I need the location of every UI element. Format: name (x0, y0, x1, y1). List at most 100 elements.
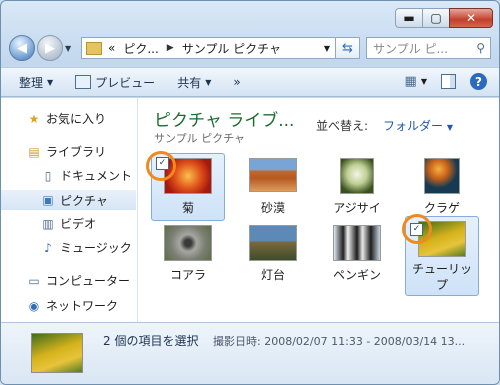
nav-item-music[interactable]: ♪ ミュージック (41, 239, 132, 256)
computer-icon: ▭ (28, 273, 40, 288)
file-item-label: 砂漠 (260, 201, 285, 215)
share-button[interactable]: 共有 ▼ (177, 74, 211, 91)
nav-item-videos[interactable]: ▥ ビデオ (41, 215, 96, 232)
main-area: ★ お気に入り ▤ ライブラリ ▯ ドキュメント ▣ ピクチャ ▥ ビデオ ♪ ミュージック… (1, 98, 499, 322)
file-item-desert[interactable]: 砂漠 (236, 153, 310, 221)
pictures-icon: ▣ (42, 193, 54, 207)
nav-item-network[interactable]: ◉ ネットワーク (27, 297, 118, 314)
music-icon: ♪ (44, 240, 52, 255)
nav-item-favorites[interactable]: ★ お気に入り (27, 110, 106, 127)
nav-item-label: ライブラリ (46, 145, 107, 159)
arrange-by-dropdown[interactable]: フォルダー ▼ (383, 117, 453, 134)
nav-item-label: ミュージック (60, 241, 132, 255)
document-icon: ▯ (44, 168, 52, 183)
forward-button[interactable]: ▶ (37, 35, 63, 61)
file-item-hydrangea[interactable]: アジサイ (320, 153, 394, 221)
back-button[interactable]: ◀ (9, 35, 35, 61)
file-item-label: コアラ (169, 268, 206, 282)
search-placeholder: サンプル ピ... (373, 41, 448, 56)
organize-label: 整理 (19, 75, 44, 90)
library-icon: ▤ (28, 144, 40, 159)
nav-item-label: ネットワーク (46, 299, 119, 313)
date-taken: 撮影日時: 2008/02/07 11:33 - 2008/03/14 13..… (213, 333, 465, 349)
explorer-window: ▬ ▢ ✕ ◀ ▶ ▼ « ピク... ▶ サンプル ピクチャ ▼ ⇆ サンプル… (0, 0, 500, 385)
file-item-lighthouse[interactable]: 灯台 (236, 220, 310, 288)
address-dropdown-icon[interactable]: ▼ (324, 44, 330, 53)
help-button[interactable]: ? (470, 73, 487, 90)
refresh-button[interactable]: ⇆ (336, 37, 360, 59)
maximize-button[interactable]: ▢ (422, 8, 450, 28)
highlight-ring (402, 214, 432, 244)
hydrangea-thumbnail (340, 158, 374, 194)
search-icon: ⚲ (476, 41, 485, 55)
selection-count: 2 個の項目を選択 (103, 334, 199, 348)
file-item-jellyfish[interactable]: クラゲ (405, 153, 479, 221)
navigation-pane: ★ お気に入り ▤ ライブラリ ▯ ドキュメント ▣ ピクチャ ▥ ビデオ ♪ ミュージック… (1, 98, 138, 322)
highlight-ring (146, 151, 176, 181)
preview-pane-icon (441, 74, 456, 89)
minimize-icon: ▬ (403, 11, 415, 25)
nav-item-documents[interactable]: ▯ ドキュメント (41, 167, 132, 184)
close-icon: ✕ (465, 11, 477, 25)
close-button[interactable]: ✕ (449, 8, 493, 28)
minimize-button[interactable]: ▬ (395, 8, 423, 28)
forward-arrow-icon: ▶ (45, 40, 55, 56)
file-item-koala[interactable]: コアラ (151, 220, 225, 288)
selection-thumbnail (31, 333, 83, 373)
star-icon: ★ (28, 111, 40, 126)
refresh-icon: ⇆ (342, 40, 353, 56)
video-icon: ▥ (42, 216, 54, 231)
nav-item-label: お気に入り (46, 112, 107, 126)
share-label: 共有 (177, 75, 202, 90)
date-taken-label: 撮影日時: (213, 335, 261, 348)
chevron-down-icon: ▼ (65, 43, 72, 53)
chevron-down-icon: ▼ (446, 123, 453, 132)
breadcrumb-separator-icon[interactable]: ▶ (167, 43, 174, 53)
file-item-label: チューリップ (412, 262, 473, 292)
breadcrumb-sample-pictures[interactable]: サンプル ピクチャ (182, 40, 281, 57)
nav-item-libraries[interactable]: ▤ ライブラリ (27, 143, 106, 160)
more-commands-label: » (233, 75, 241, 89)
back-arrow-icon: ◀ (17, 40, 27, 56)
nav-item-pictures[interactable]: ▣ ピクチャ (1, 190, 136, 210)
preview-button[interactable]: プレビュー (75, 74, 155, 91)
library-title: ピクチャ ライブ... (154, 111, 295, 131)
more-commands-button[interactable]: » (233, 75, 240, 89)
breadcrumb-pictures[interactable]: ピク... (123, 40, 158, 57)
nav-item-computer[interactable]: ▭ コンピューター (27, 272, 130, 289)
folder-icon (86, 41, 102, 55)
organize-button[interactable]: 整理 ▼ (19, 74, 53, 91)
file-item-penguins[interactable]: ペンギン (320, 220, 394, 288)
breadcrumb-overflow[interactable]: « (108, 41, 115, 55)
file-item-label: ペンギン (332, 268, 381, 282)
arrange-by-value: フォルダー (383, 119, 444, 133)
file-item-label: アジサイ (333, 201, 381, 215)
maximize-icon: ▢ (430, 11, 442, 25)
library-subtitle: サンプル ピクチャ (154, 132, 246, 145)
chevron-down-icon: ▼ (205, 77, 212, 87)
preview-icon (75, 75, 92, 89)
file-list: ピクチャ ライブ... サンプル ピクチャ 並べ替え: フォルダー ▼ ✓ 菊 … (138, 98, 499, 322)
desert-thumbnail (249, 158, 297, 192)
large-icons-view-icon: ▦ (404, 74, 417, 89)
network-icon: ◉ (28, 298, 40, 313)
jellyfish-thumbnail (424, 158, 460, 194)
search-input[interactable]: サンプル ピ... ⚲ (366, 37, 491, 59)
file-item-label: 灯台 (260, 268, 285, 282)
chevron-down-icon: ▼ (47, 77, 54, 87)
chevron-down-icon: ▼ (420, 77, 427, 86)
preview-pane-button[interactable] (441, 74, 456, 89)
date-taken-value: 2008/02/07 11:33 - 2008/03/14 13... (264, 335, 466, 348)
nav-item-label: コンピューター (46, 274, 131, 288)
address-bar[interactable]: « ピク... ▶ サンプル ピクチャ ▼ (81, 37, 336, 59)
preview-label: プレビュー (95, 75, 156, 90)
penguins-thumbnail (333, 225, 381, 261)
file-item-label: 菊 (181, 201, 194, 215)
koala-thumbnail (164, 225, 212, 261)
nav-item-label: ピクチャ (60, 193, 108, 208)
view-controls: ▦ ▼ ? (391, 73, 487, 90)
recent-pages-dropdown[interactable]: ▼ (65, 44, 75, 53)
change-view-button[interactable]: ▦ ▼ (405, 74, 427, 89)
arrange-by-label: 並べ替え: (316, 119, 369, 133)
caption-buttons: ▬ ▢ ✕ (395, 8, 493, 28)
